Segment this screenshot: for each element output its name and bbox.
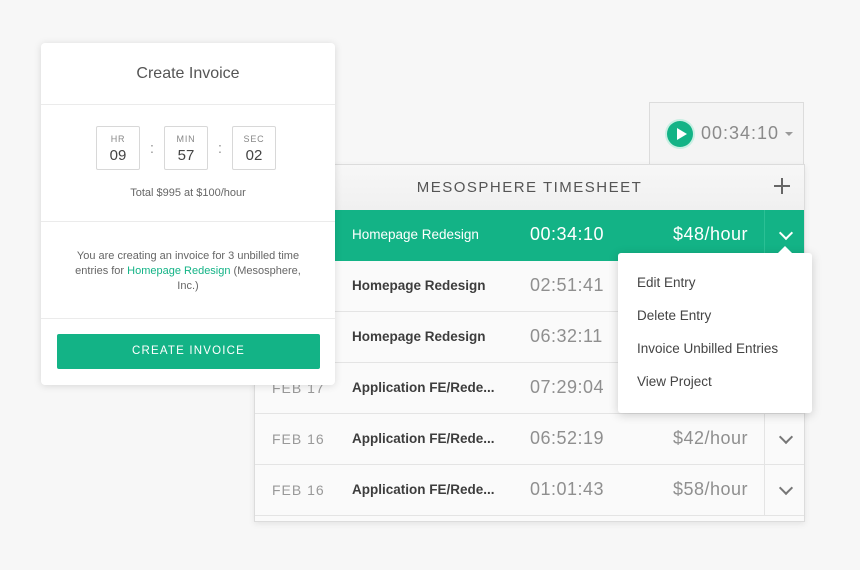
minutes-field[interactable]: MIN 57 [164, 126, 208, 170]
expand-button[interactable] [764, 414, 804, 464]
menu-item-edit-entry[interactable]: Edit Entry [618, 269, 812, 302]
entry-rate: $48/hour [672, 224, 748, 244]
time-separator: : [217, 139, 223, 157]
menu-item-invoice-unbilled[interactable]: Invoice Unbilled Entries [618, 335, 812, 368]
timesheet-header: MESOSPHERE TIMESHEET [255, 165, 804, 211]
entry-time: 01:01:43 [530, 479, 605, 499]
entry-time: 07:29:04 [530, 377, 605, 397]
expand-button[interactable] [764, 465, 804, 515]
hours-field[interactable]: HR 09 [96, 126, 140, 170]
time-separator: : [149, 139, 155, 157]
create-invoice-button[interactable]: CREATE INVOICE [57, 334, 320, 369]
play-icon [676, 127, 687, 140]
chevron-down-icon [778, 429, 794, 445]
entry-project: Application FE/Rede... [352, 482, 495, 497]
invoice-total: Total $995 at $100/hour [130, 187, 246, 199]
create-invoice-card: Create Invoice HR 09 : MIN 57 : SEC 02 T… [41, 43, 335, 385]
play-button[interactable] [667, 120, 693, 147]
divider [41, 318, 335, 319]
chevron-down-icon [778, 480, 794, 496]
entry-date: FEB 16 [272, 431, 325, 447]
entry-project: Application FE/Rede... [352, 431, 495, 446]
table-row[interactable]: FEB 16 Application FE/Rede... 06:52:19 $… [255, 414, 804, 465]
entry-time: 06:32:11 [530, 326, 603, 346]
seconds-field[interactable]: SEC 02 [232, 126, 276, 170]
entry-time: 06:52:19 [530, 428, 605, 448]
table-row[interactable]: FEB 16 Application FE/Rede... 01:01:43 $… [255, 465, 804, 516]
entry-rate: $58/hour [672, 479, 748, 499]
entry-date: FEB 16 [272, 482, 325, 498]
duration-inputs: HR 09 : MIN 57 : SEC 02 [96, 126, 276, 170]
project-link[interactable]: Homepage Redesign [127, 265, 230, 277]
entry-project: Homepage Redesign [352, 227, 479, 242]
hours-label: HR [110, 134, 126, 144]
entry-actions-menu: Edit Entry Delete Entry Invoice Unbilled… [618, 246, 812, 413]
divider [41, 221, 335, 222]
entry-project: Homepage Redesign [352, 329, 486, 344]
menu-item-delete-entry[interactable]: Delete Entry [618, 302, 812, 335]
entry-time: 02:51:41 [530, 275, 605, 295]
timesheet-title: MESOSPHERE TIMESHEET [416, 179, 643, 196]
entry-time: 00:34:10 [530, 224, 605, 244]
plus-icon[interactable] [774, 178, 790, 194]
card-title: Create Invoice [41, 43, 335, 105]
seconds-label: SEC [243, 134, 265, 144]
hours-value: 09 [109, 147, 127, 164]
menu-item-view-project[interactable]: View Project [618, 368, 812, 401]
entry-rate: $42/hour [672, 428, 748, 448]
entry-project: Application FE/Rede... [352, 380, 495, 395]
caret-down-icon[interactable] [785, 131, 794, 136]
running-timer[interactable]: 00:34:10 [649, 102, 804, 164]
invoice-description: You are creating an invoice for 3 unbill… [67, 249, 309, 294]
minutes-label: MIN [176, 134, 196, 144]
chevron-down-icon [778, 225, 794, 241]
timer-time: 00:34:10 [701, 123, 780, 143]
seconds-value: 02 [245, 147, 263, 164]
entry-project: Homepage Redesign [352, 278, 486, 293]
minutes-value: 57 [177, 147, 195, 164]
